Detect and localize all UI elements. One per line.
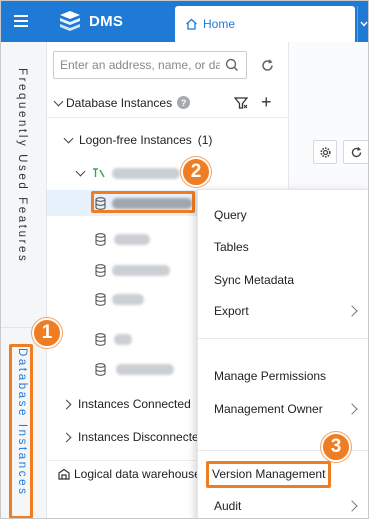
instance-icon [93, 168, 105, 178]
database-icon [95, 362, 106, 376]
search-input[interactable] [60, 58, 220, 72]
redacted-database-name [114, 333, 132, 345]
database-icon [95, 263, 106, 277]
chevron-right-icon [61, 432, 72, 442]
tree-header: Database Instances ? + [47, 88, 289, 118]
home-icon [186, 18, 197, 30]
top-bar: DMS Home [0, 0, 369, 42]
chevron-right-icon [346, 305, 358, 317]
tree-group-label: Instances Disconnecte [78, 430, 199, 444]
menu-item-query[interactable]: Query [198, 199, 368, 231]
redacted-database-name [112, 264, 170, 276]
left-rail: Frequently Used Features Database Instan… [0, 42, 47, 519]
tree-header-title: Database Instances [66, 95, 173, 110]
menu-item-label: Query [214, 208, 247, 222]
step-1-highlight [9, 344, 33, 519]
menu-item-label: Management Owner [214, 402, 323, 416]
tree-logical-dw-label: Logical data warehouse [74, 466, 201, 481]
rail-tab-frequently-used[interactable]: Frequently Used Features [16, 68, 28, 263]
refresh-icon [351, 146, 361, 157]
refresh-icon [261, 58, 273, 71]
chevron-right-icon [61, 399, 72, 409]
menu-item-label: Version Management [206, 460, 332, 488]
tree-instance-row[interactable] [47, 160, 289, 186]
menu-item-sync-metadata[interactable]: Sync Metadata [198, 264, 368, 296]
tree-group-label: Instances Connected [78, 397, 191, 411]
menu-item-export[interactable]: Export [198, 295, 368, 327]
database-icon [95, 332, 106, 346]
chevron-down-icon [359, 21, 368, 27]
gear-icon [319, 146, 331, 158]
menu-item-label: Tables [214, 240, 249, 254]
brand[interactable]: DMS [57, 7, 123, 35]
menu-separator [198, 338, 368, 339]
tree-group-logon-free[interactable]: Logon-free Instances (1) [47, 127, 289, 153]
step-badge-3: 3 [321, 432, 351, 462]
context-menu: Query Tables Sync Metadata Export Manage… [197, 189, 369, 519]
chevron-down-icon [75, 166, 86, 177]
search-icon[interactable] [225, 58, 239, 72]
help-icon[interactable]: ? [177, 96, 191, 109]
menu-item-manage-permissions[interactable]: Manage Permissions [198, 360, 368, 392]
menu-item-label: Sync Metadata [214, 273, 295, 287]
tab-home-label: Home [203, 17, 236, 31]
step-badge-2: 2 [181, 157, 211, 187]
tab-scroll-button[interactable] [357, 6, 369, 42]
database-icon [95, 292, 106, 306]
menu-item-audit[interactable]: Audit [198, 490, 368, 519]
add-instance-button[interactable]: + [261, 92, 272, 112]
warehouse-icon [58, 468, 70, 480]
menu-item-label: Export [214, 304, 249, 318]
chevron-right-icon [346, 403, 358, 415]
tree-group-count: (1) [197, 133, 213, 147]
tree-group-label: Logon-free Instances [79, 133, 192, 147]
step-2-highlight [91, 191, 195, 213]
refresh-button[interactable] [253, 51, 281, 79]
menu-item-label: Manage Permissions [214, 369, 327, 383]
redacted-database-name [114, 233, 150, 245]
database-icon [95, 232, 106, 246]
menu-item-management-owner[interactable]: Management Owner [198, 393, 368, 425]
menu-button[interactable] [0, 0, 42, 42]
hamburger-icon [14, 15, 28, 27]
dms-logo-icon [60, 11, 80, 31]
chevron-down-icon [63, 133, 74, 144]
tab-home[interactable]: Home [175, 6, 355, 42]
menu-item-label: Audit [214, 499, 242, 513]
menu-item-version-management[interactable]: Version Management [198, 458, 368, 490]
step-badge-1: 1 [32, 318, 62, 348]
chevron-right-icon [346, 500, 358, 512]
chevron-down-icon[interactable] [53, 96, 64, 106]
redacted-database-name [116, 363, 174, 375]
redacted-instance-name [112, 167, 180, 179]
search-box [53, 51, 247, 79]
brand-name: DMS [89, 12, 124, 30]
refresh-button[interactable] [343, 140, 369, 164]
menu-item-tables[interactable]: Tables [198, 231, 368, 263]
filter-icon[interactable] [234, 96, 248, 110]
redacted-database-name [112, 293, 144, 305]
settings-button[interactable] [313, 140, 337, 164]
